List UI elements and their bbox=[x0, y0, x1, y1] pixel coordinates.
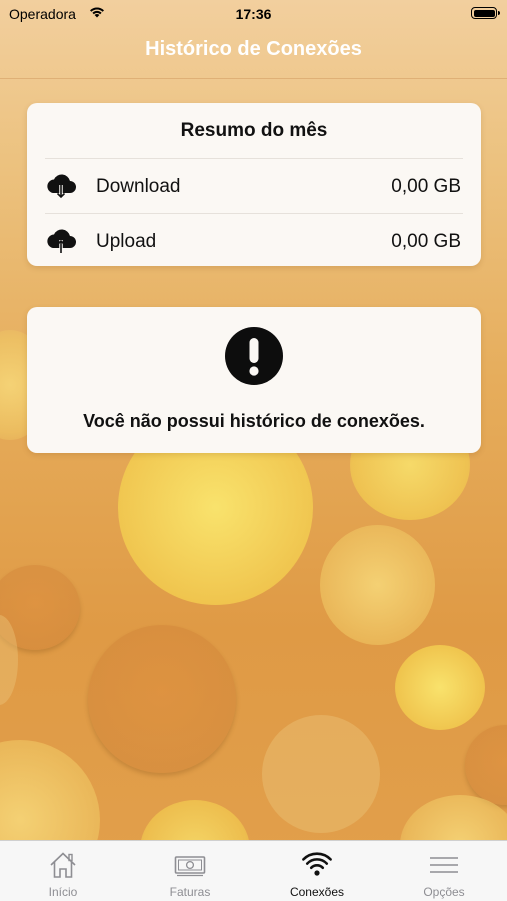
download-label: Download bbox=[96, 176, 181, 197]
status-time: 17:36 bbox=[235, 6, 272, 22]
tab-conexoes[interactable]: Conexões bbox=[254, 841, 380, 901]
page-title: Histórico de Conexões bbox=[145, 38, 362, 60]
cloud-upload-icon bbox=[45, 228, 77, 254]
monthly-summary-card: Resumo do mês Download 0,00 GB Upload 0,… bbox=[27, 103, 481, 266]
upload-row: Upload 0,00 GB bbox=[45, 213, 463, 269]
bokeh-circle bbox=[320, 525, 435, 645]
menu-icon bbox=[428, 849, 460, 881]
tab-opcoes[interactable]: Opções bbox=[381, 841, 507, 901]
upload-label: Upload bbox=[96, 231, 157, 252]
tab-label: Conexões bbox=[289, 885, 345, 899]
status-bar: Operadora 17:36 bbox=[0, 0, 507, 28]
banknote-icon bbox=[174, 849, 206, 881]
home-icon bbox=[47, 849, 79, 881]
upload-value: 0,00 GB bbox=[391, 231, 461, 252]
empty-history-message: Você não possui histórico de conexões. bbox=[83, 411, 425, 431]
download-value: 0,00 GB bbox=[391, 176, 461, 197]
cloud-download-icon bbox=[45, 173, 77, 199]
tab-faturas[interactable]: Faturas bbox=[127, 841, 253, 901]
download-row: Download 0,00 GB bbox=[45, 158, 463, 214]
nav-divider bbox=[0, 78, 507, 79]
summary-title: Resumo do mês bbox=[180, 120, 328, 141]
tab-inicio[interactable]: Início bbox=[0, 841, 126, 901]
battery-icon bbox=[471, 7, 500, 19]
bokeh-circle bbox=[262, 715, 380, 833]
bokeh-circle bbox=[88, 625, 236, 773]
tab-label: Opções bbox=[423, 885, 465, 899]
tab-bar: Início Faturas Conexões Opções bbox=[0, 840, 507, 901]
tab-label: Faturas bbox=[169, 885, 211, 899]
tab-label: Início bbox=[48, 885, 78, 899]
empty-history-card: Você não possui histórico de conexões. bbox=[27, 307, 481, 453]
bokeh-circle bbox=[395, 645, 485, 730]
wifi-icon bbox=[301, 849, 333, 881]
bokeh-circle bbox=[465, 725, 507, 805]
exclamation-circle-icon bbox=[224, 326, 284, 386]
